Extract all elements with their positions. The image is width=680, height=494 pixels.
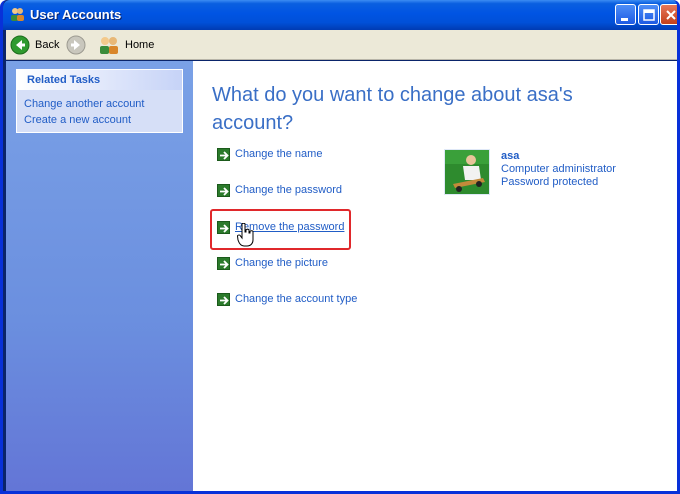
change-another-account-link[interactable]: Change another account (24, 96, 182, 112)
forward-arrow-icon (66, 35, 86, 55)
green-arrow-icon (217, 292, 230, 306)
account-status: Password protected (501, 176, 599, 188)
change-password-link[interactable]: Change the password (217, 182, 342, 198)
home-users-icon (100, 37, 118, 54)
action-label: Change the picture (235, 257, 328, 269)
action-label: Change the password (235, 184, 343, 196)
change-account-type-link[interactable]: Change the account type (217, 291, 357, 307)
back-label: Back (35, 39, 60, 51)
account-type: Computer administrator (501, 163, 616, 175)
user-accounts-icon (9, 6, 26, 23)
green-arrow-icon (217, 183, 230, 197)
related-tasks-list: Change another account Create a new acco… (17, 90, 182, 132)
account-name: asa (501, 150, 520, 162)
sidebar: Related Tasks Change another account Cre… (6, 61, 193, 491)
page-title: What do you want to change about asa's a… (212, 84, 573, 134)
action-label: Change the name (235, 148, 323, 160)
back-arrow-icon (10, 35, 30, 55)
green-arrow-icon (217, 256, 230, 270)
window: User Accounts Back Home Related Tasks Ch… (0, 0, 680, 494)
green-arrow-icon (217, 147, 230, 161)
main-panel: What do you want to change about asa's a… (193, 61, 677, 491)
content-area: Related Tasks Change another account Cre… (6, 61, 677, 491)
account-picture (444, 149, 490, 195)
related-tasks-header: Related Tasks (17, 70, 182, 90)
change-picture-link[interactable]: Change the picture (217, 255, 328, 271)
change-name-link[interactable]: Change the name (217, 146, 322, 162)
create-new-account-link[interactable]: Create a new account (24, 112, 182, 128)
hand-cursor-icon (237, 223, 254, 247)
related-tasks-panel: Related Tasks Change another account Cre… (16, 69, 183, 133)
home-button[interactable]: Home (98, 33, 154, 57)
window-title: User Accounts (30, 7, 122, 22)
action-label: Change the account type (235, 293, 358, 305)
back-button[interactable]: Back (10, 33, 59, 57)
highlight-box (210, 209, 351, 250)
home-label: Home (125, 39, 155, 51)
minimize-button[interactable] (615, 4, 636, 25)
maximize-button[interactable] (638, 4, 659, 25)
close-button[interactable] (660, 4, 677, 25)
toolbar: Back Home (6, 30, 677, 60)
title-bar[interactable]: User Accounts (3, 0, 677, 30)
forward-button[interactable] (66, 33, 86, 57)
